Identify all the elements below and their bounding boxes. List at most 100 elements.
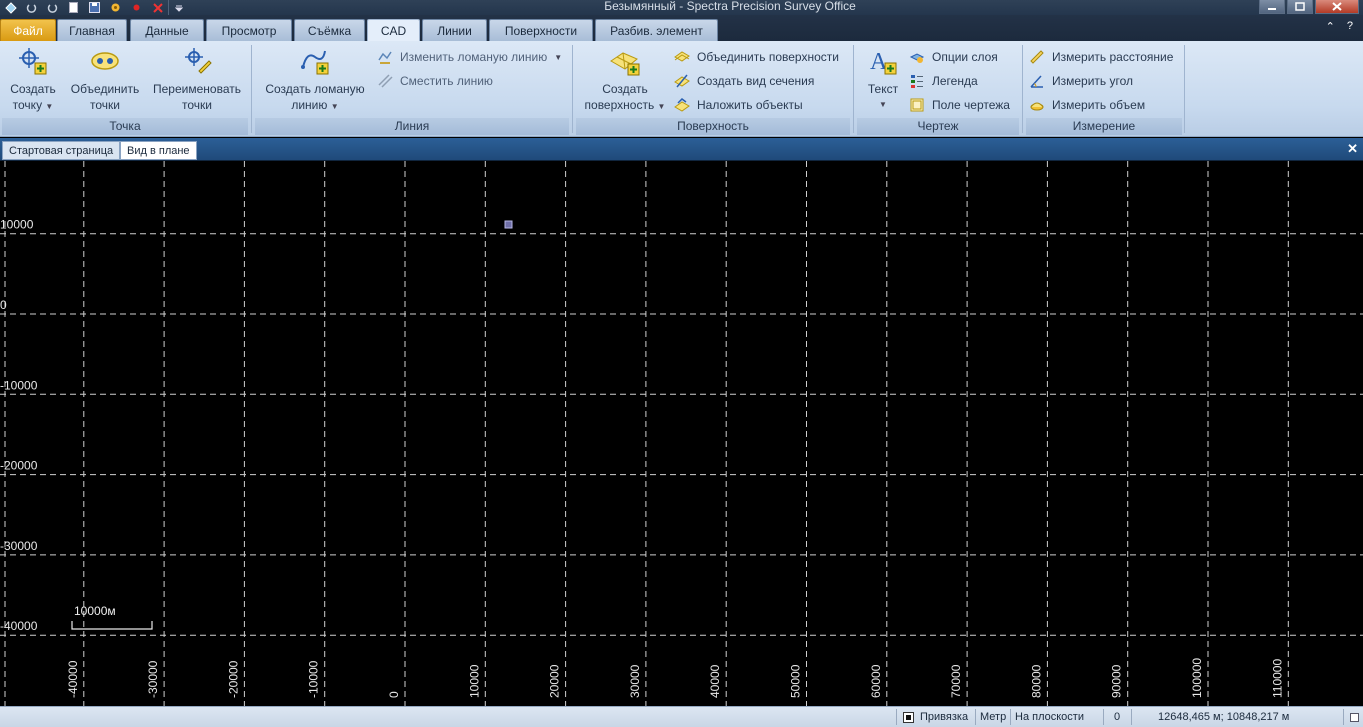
undo-icon[interactable] [21, 0, 42, 15]
tab-data[interactable]: Данные [130, 19, 204, 41]
tab-file[interactable]: Файл [0, 19, 56, 41]
layer-options-button[interactable]: Опции слоя [909, 47, 998, 67]
status-separator [896, 709, 897, 725]
group-label-surface: Поверхность [576, 118, 850, 135]
projection-label[interactable]: На плоскости [1015, 707, 1084, 727]
merge-points-label-2: точки [90, 98, 120, 112]
tab-lines[interactable]: Линии [422, 19, 487, 41]
ribbon-separator [251, 45, 252, 133]
tab-survey[interactable]: Съёмка [294, 19, 365, 41]
snap-checkbox[interactable] [903, 711, 914, 723]
window-title: Безымянный - Spectra Precision Survey Of… [604, 0, 856, 13]
ribbon-separator [1022, 45, 1023, 133]
snap-toggle[interactable]: Привязка [903, 707, 968, 727]
create-point-button[interactable]: Создать точку ▼ [8, 45, 58, 115]
x-axis-label: 20000 [548, 664, 562, 698]
measure-angle-label: Измерить угол [1052, 74, 1134, 88]
zero-value: 0 [1114, 711, 1121, 723]
title-bar: Безымянный - Spectra Precision Survey Of… [0, 0, 1363, 15]
group-point: Создать точку ▼ Объединить точки Переиме… [2, 43, 248, 135]
close-document-icon[interactable]: ✕ [1347, 141, 1358, 157]
edit-polyline-icon [377, 49, 393, 65]
text-icon: A [870, 49, 897, 75]
status-separator [1010, 709, 1011, 725]
settings-icon[interactable] [105, 0, 126, 15]
x-axis-label: 30000 [628, 664, 642, 698]
measure-angle-button[interactable]: Измерить угол [1029, 71, 1133, 91]
create-surface-icon [610, 52, 640, 76]
minimize-button[interactable] [1259, 0, 1285, 14]
drawing-frame-button[interactable]: Поле чертежа [909, 95, 1010, 115]
overlay-objects-icon [674, 97, 690, 113]
customize-icon[interactable] [168, 0, 189, 15]
create-surface-label-1: Создать [602, 82, 648, 96]
scale-bar-label: 10000м [74, 604, 116, 618]
legend-button[interactable]: Легенда [909, 71, 978, 91]
create-polyline-button[interactable]: Создать ломаную линию ▼ [263, 45, 367, 115]
help-controls: ⌃ ? [1326, 20, 1353, 33]
group-label-line: Линия [255, 118, 569, 135]
tab-cad[interactable]: CAD [367, 19, 420, 42]
x-axis-label: 50000 [789, 664, 803, 698]
chevron-down-icon: ▼ [657, 102, 666, 111]
x-axis-label: 80000 [1029, 664, 1043, 698]
help-icon[interactable]: ? [1347, 20, 1353, 33]
y-axis-label: 10000 [0, 218, 34, 232]
snap-label: Привязка [920, 711, 969, 723]
close-icon[interactable] [147, 0, 168, 15]
tab-view[interactable]: Просмотр [206, 19, 292, 41]
create-polyline-icon [301, 50, 329, 75]
x-axis-label: -20000 [226, 660, 240, 698]
resize-grip-icon[interactable] [1350, 707, 1359, 727]
group-measure: Измерить расстояние Измерить угол Измери… [1026, 43, 1182, 135]
close-button[interactable] [1315, 0, 1359, 14]
x-axis-label: 110000 [1270, 659, 1284, 698]
overlay-objects-button[interactable]: Наложить объекты [674, 95, 803, 115]
app-icon[interactable] [0, 0, 21, 15]
text-label: Текст [867, 82, 899, 96]
collapse-ribbon-icon[interactable]: ⌃ [1326, 20, 1335, 33]
tab-stakeout[interactable]: Разбив. элемент [595, 19, 718, 41]
x-axis-label: 40000 [708, 664, 722, 698]
y-axis-label: -10000 [0, 378, 38, 392]
doc-tab-plan-view[interactable]: Вид в плане [120, 141, 197, 160]
y-axis-label: -20000 [0, 459, 38, 473]
group-drawing: A Текст ▼ Опции слоя Легенда Поле чертеж… [857, 43, 1019, 135]
x-axis-label: 10000 [467, 664, 481, 698]
tab-surfaces[interactable]: Поверхности [489, 19, 593, 41]
ruler-icon [1029, 49, 1045, 65]
redo-icon[interactable] [42, 0, 63, 15]
plan-view-canvas[interactable]: 10000 0 -10000 -20000 -30000 -40000 -40000 -300… [0, 161, 1363, 706]
merge-surfaces-button[interactable]: Объединить поверхности [674, 47, 839, 67]
chevron-down-icon[interactable]: ▼ [554, 53, 562, 62]
quick-access-toolbar [0, 0, 189, 15]
drawing-frame-icon [909, 97, 925, 113]
create-polyline-label-1: Создать ломаную [265, 82, 365, 96]
plan-view-grid: 100000-10000-20000-30000-40000-40000 -300… [0, 161, 1363, 706]
layer-options-icon [909, 49, 925, 65]
measure-distance-button[interactable]: Измерить расстояние [1029, 47, 1173, 67]
create-section-view-button[interactable]: Создать вид сечения [674, 71, 814, 91]
text-button[interactable]: A Текст ▼ [863, 45, 903, 113]
edit-polyline-button[interactable]: Изменить ломаную линию ▼ [377, 47, 562, 67]
record-icon[interactable] [126, 0, 147, 15]
measure-volume-button[interactable]: Измерить объем [1029, 95, 1145, 115]
create-surface-button[interactable]: Создать поверхность ▼ [582, 45, 668, 115]
status-bar: Привязка Метр На плоскости 0 12648,465 м… [0, 706, 1363, 727]
merge-points-button[interactable]: Объединить точки [68, 45, 142, 113]
volume-icon [1029, 97, 1045, 113]
maximize-button[interactable] [1287, 0, 1313, 14]
tab-home[interactable]: Главная [57, 19, 127, 41]
merge-points-icon [91, 52, 119, 70]
doc-tab-start-page[interactable]: Стартовая страница [2, 141, 121, 160]
units-label[interactable]: Метр [980, 707, 1006, 727]
save-icon[interactable] [84, 0, 105, 15]
group-label-point: Точка [2, 118, 248, 135]
drawing-frame-label: Поле чертежа [932, 98, 1010, 112]
offset-line-button[interactable]: Сместить линию [377, 71, 493, 91]
create-surface-label-2: поверхность [584, 98, 655, 112]
rename-points-button[interactable]: Переименовать точки [152, 45, 242, 113]
cursor-coordinates: 12648,465 м; 10848,217 м [1158, 711, 1290, 723]
x-axis-label: 70000 [949, 664, 963, 698]
new-icon[interactable] [63, 0, 84, 15]
